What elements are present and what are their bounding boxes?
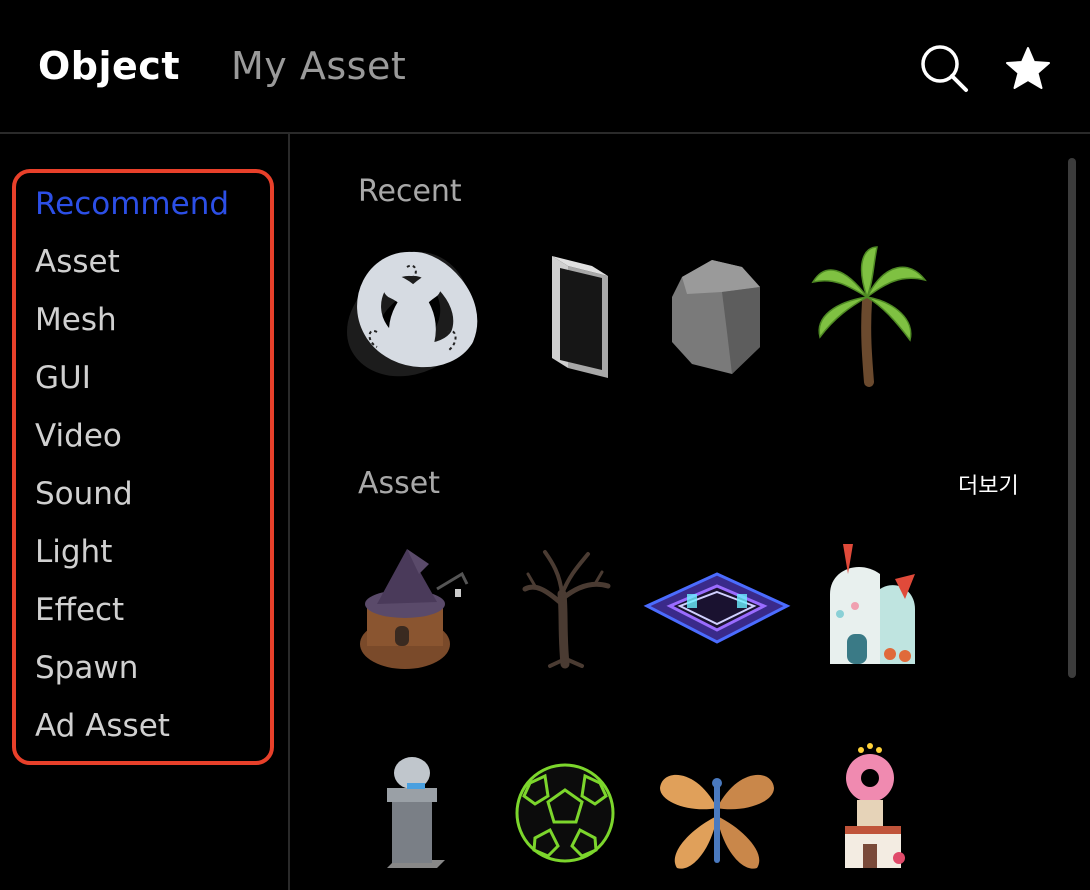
scrollbar[interactable] [1068,158,1076,678]
top-header: Object My Asset [0,0,1090,134]
sidebar-item-recommend[interactable]: Recommend [35,184,229,224]
candy-house-thumbnail[interactable] [795,534,945,684]
dead-tree-thumbnail[interactable] [490,534,640,684]
trefoil-knot-thumbnail[interactable] [337,242,487,392]
asset-content: Recent Asset 더보기 [290,134,1090,890]
neon-arena-icon [643,572,791,644]
search-icon [921,45,968,92]
sidebar-item-ad-asset[interactable]: Ad Asset [35,706,170,746]
tab-my-asset[interactable]: My Asset [231,42,406,90]
sidebar-item-light[interactable]: Light [35,532,112,572]
butterfly-icon [660,774,774,869]
panel-icon [552,256,608,378]
rock-icon [672,260,760,374]
neon-ball-icon [515,763,615,863]
donut-tower-icon [845,743,905,868]
pedestal-thumbnail[interactable] [337,738,487,888]
sidebar-item-video[interactable]: Video [35,416,122,456]
neon-arena-thumbnail[interactable] [642,534,792,684]
candy-house-icon [830,544,915,664]
panel-thumbnail[interactable] [490,242,640,392]
search-button[interactable] [916,40,972,96]
palm-tree-icon [811,246,927,387]
palm-tree-thumbnail[interactable] [795,242,945,392]
star-icon [1006,47,1050,89]
sidebar-item-effect[interactable]: Effect [35,590,124,630]
pedestal-icon [387,757,445,868]
donut-tower-thumbnail[interactable] [795,738,945,888]
neon-ball-thumbnail[interactable] [490,738,640,888]
witch-house-icon [360,549,469,669]
sidebar-item-gui[interactable]: GUI [35,358,91,398]
trefoil-knot-icon [346,251,478,377]
section-title-asset: Asset [358,466,441,501]
sidebar-item-asset[interactable]: Asset [35,242,120,282]
more-link[interactable]: 더보기 [958,468,1019,500]
favorites-button[interactable] [1000,40,1056,96]
rock-thumbnail[interactable] [642,242,792,392]
sidebar-item-sound[interactable]: Sound [35,474,133,514]
tab-object[interactable]: Object [38,42,180,90]
sidebar-item-spawn[interactable]: Spawn [35,648,138,688]
dead-tree-icon [522,550,611,669]
category-sidebar: Recommend Asset Mesh GUI Video Sound Lig… [0,134,290,890]
sidebar-item-mesh[interactable]: Mesh [35,300,117,340]
section-title-recent: Recent [358,174,462,209]
witch-house-thumbnail[interactable] [337,534,487,684]
butterfly-thumbnail[interactable] [642,738,792,888]
